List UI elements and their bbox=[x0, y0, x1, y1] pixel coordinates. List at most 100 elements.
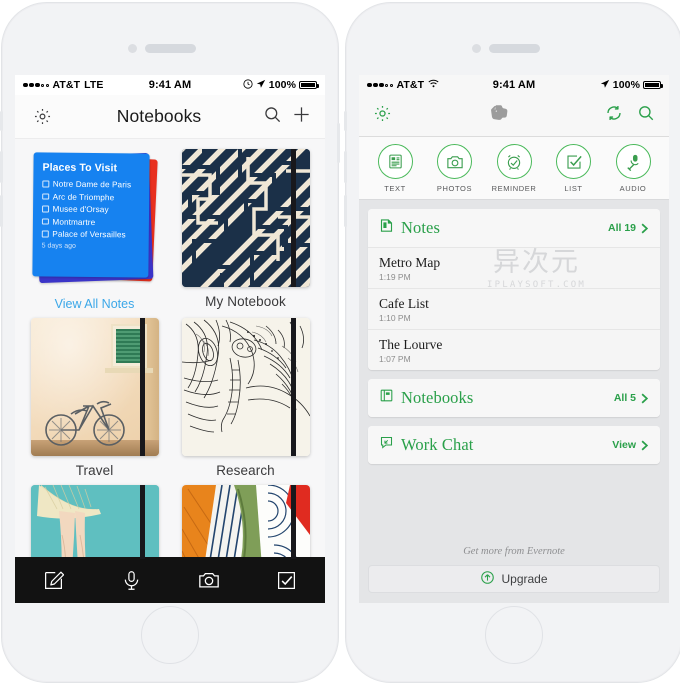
screen-left: AT&T LTE 9:41 AM 100% Notebooks Places T… bbox=[15, 75, 325, 603]
upgrade-button[interactable]: Upgrade bbox=[368, 565, 660, 593]
earpiece-speaker bbox=[145, 44, 196, 53]
checkbox-icon[interactable] bbox=[556, 144, 591, 179]
checkbox-icon[interactable] bbox=[41, 230, 48, 238]
quick-action-audio[interactable]: AUDIO bbox=[605, 144, 661, 193]
note-list-item[interactable]: Metro Map 1:19 PM bbox=[368, 247, 660, 288]
volume-up-button[interactable] bbox=[344, 151, 347, 183]
note-checklist-item[interactable]: Palace of Versailles bbox=[41, 229, 140, 239]
clock-label: 9:41 AM bbox=[148, 79, 192, 91]
note-page-icon bbox=[379, 218, 394, 238]
signal-strength-icon bbox=[367, 82, 393, 88]
notebook-cover-ballerina[interactable] bbox=[30, 485, 159, 559]
elastic-band bbox=[290, 318, 296, 456]
section-action-work-chat[interactable]: View bbox=[612, 439, 649, 451]
home-button[interactable] bbox=[141, 606, 199, 664]
checklist-icon[interactable] bbox=[248, 570, 326, 591]
note-title: Places To Visit bbox=[41, 161, 117, 175]
sync-icon[interactable] bbox=[605, 104, 623, 127]
notebook-cover-research[interactable] bbox=[181, 318, 310, 456]
status-bar-left: AT&T LTE 9:41 AM 100% bbox=[15, 75, 325, 95]
quick-action-list[interactable]: LIST bbox=[546, 144, 602, 193]
quick-action-label: TEXT bbox=[384, 184, 406, 193]
gear-icon[interactable] bbox=[29, 107, 55, 126]
quick-action-label: PHOTOS bbox=[436, 184, 473, 193]
checkbox-icon[interactable] bbox=[41, 205, 49, 213]
volume-down-button[interactable] bbox=[344, 195, 347, 227]
elastic-band bbox=[290, 485, 296, 559]
note-name: Cafe List bbox=[379, 296, 429, 311]
note-list-item[interactable]: The Lourve 1:07 PM bbox=[368, 329, 660, 370]
notebook-icon bbox=[379, 388, 394, 408]
quick-action-photos[interactable]: PHOTOS bbox=[427, 144, 483, 193]
recent-notes-cell[interactable]: Places To Visit Notre Dame de Paris Arc … bbox=[27, 149, 162, 311]
section-card-work-chat[interactable]: Work Chat View bbox=[368, 426, 660, 464]
checkbox-icon[interactable] bbox=[41, 193, 49, 200]
alarm-clock-icon[interactable] bbox=[496, 144, 532, 179]
plus-icon[interactable] bbox=[292, 105, 311, 129]
signal-strength-icon bbox=[23, 82, 49, 88]
home-button[interactable] bbox=[485, 606, 543, 664]
section-action-label: All 5 bbox=[613, 392, 636, 404]
quick-action-text[interactable]: TEXT bbox=[367, 144, 423, 193]
silent-switch[interactable] bbox=[344, 111, 347, 131]
note-card-stack[interactable]: Places To Visit Notre Dame de Paris Arc … bbox=[31, 149, 159, 287]
notebook-cell-my-notebook[interactable]: My Notebook bbox=[178, 149, 313, 311]
checkbox-icon[interactable] bbox=[41, 218, 48, 225]
elastic-band bbox=[290, 149, 296, 287]
notebook-cell-abstract[interactable] bbox=[178, 485, 313, 559]
evernote-elephant-icon bbox=[488, 102, 510, 129]
note-list-item[interactable]: Cafe List 1:10 PM bbox=[368, 288, 660, 329]
note-checklist-item[interactable]: Musee d'Orsay bbox=[41, 204, 141, 214]
carrier-label: AT&T bbox=[52, 79, 81, 91]
compose-icon[interactable] bbox=[15, 570, 93, 591]
microphone-icon[interactable] bbox=[93, 570, 171, 591]
notebook-cell-travel[interactable]: Travel bbox=[27, 318, 162, 478]
section-header-notes[interactable]: Notes All 19 bbox=[368, 209, 660, 247]
section-action-notes[interactable]: All 19 bbox=[608, 222, 649, 234]
power-button[interactable] bbox=[337, 123, 340, 163]
quick-action-reminder[interactable]: REMINDER bbox=[486, 144, 542, 193]
notebook-label: Travel bbox=[75, 463, 114, 478]
section-header-notebooks[interactable]: Notebooks All 5 bbox=[368, 379, 660, 417]
note-name: Metro Map bbox=[379, 255, 441, 270]
note-checklist-item[interactable]: Notre Dame de Paris bbox=[41, 179, 141, 189]
elastic-band bbox=[139, 485, 145, 559]
phone-right: AT&T 9:41 AM 100% TEXT PHOTOS REMINDER L… bbox=[344, 2, 680, 683]
quick-action-label: LIST bbox=[564, 184, 583, 193]
chevron-right-icon bbox=[641, 440, 649, 450]
location-arrow-icon bbox=[256, 79, 266, 92]
section-card-notes: Notes All 19 Metro Map 1:19 PM Cafe List… bbox=[368, 209, 660, 370]
upgrade-footer: Get more from Evernote Upgrade bbox=[359, 537, 669, 603]
volume-up-button[interactable] bbox=[0, 151, 3, 183]
clock-label: 9:41 AM bbox=[492, 79, 536, 91]
checklist-label: Arc de Triomphe bbox=[52, 192, 114, 202]
section-header-work-chat[interactable]: Work Chat View bbox=[368, 426, 660, 464]
note-checklist-item[interactable]: Montmartre bbox=[41, 217, 140, 227]
navbar-left: Notebooks bbox=[15, 95, 325, 139]
notebook-cell-research[interactable]: Research bbox=[178, 318, 313, 478]
checkbox-icon[interactable] bbox=[41, 180, 49, 188]
notebook-cover-abstract[interactable] bbox=[181, 485, 310, 559]
checklist-label: Montmartre bbox=[51, 217, 95, 227]
section-card-notebooks[interactable]: Notebooks All 5 bbox=[368, 379, 660, 417]
checklist-label: Palace of Versailles bbox=[51, 229, 126, 240]
notebook-cover-navy-maze[interactable] bbox=[181, 149, 310, 287]
section-action-notebooks[interactable]: All 5 bbox=[614, 392, 649, 404]
notebook-cover-travel[interactable] bbox=[30, 318, 159, 456]
view-all-notes-link[interactable]: View All Notes bbox=[55, 297, 135, 311]
note-sheet-front[interactable]: Places To Visit Notre Dame de Paris Arc … bbox=[31, 152, 150, 278]
note-timestamp: 5 days ago bbox=[41, 242, 76, 250]
text-note-icon[interactable] bbox=[377, 144, 413, 179]
notebook-cell-ballerina[interactable] bbox=[27, 485, 162, 559]
chevron-right-icon bbox=[641, 393, 649, 403]
search-icon[interactable] bbox=[263, 105, 282, 129]
gear-icon[interactable] bbox=[373, 104, 392, 128]
microphone-icon[interactable] bbox=[615, 144, 651, 179]
search-icon[interactable] bbox=[637, 104, 655, 127]
camera-icon[interactable] bbox=[170, 569, 248, 591]
silent-switch[interactable] bbox=[0, 111, 3, 131]
volume-down-button[interactable] bbox=[0, 195, 3, 227]
note-checklist-item[interactable]: Arc de Triomphe bbox=[41, 192, 141, 202]
camera-icon[interactable] bbox=[437, 144, 472, 179]
battery-icon bbox=[643, 80, 664, 90]
